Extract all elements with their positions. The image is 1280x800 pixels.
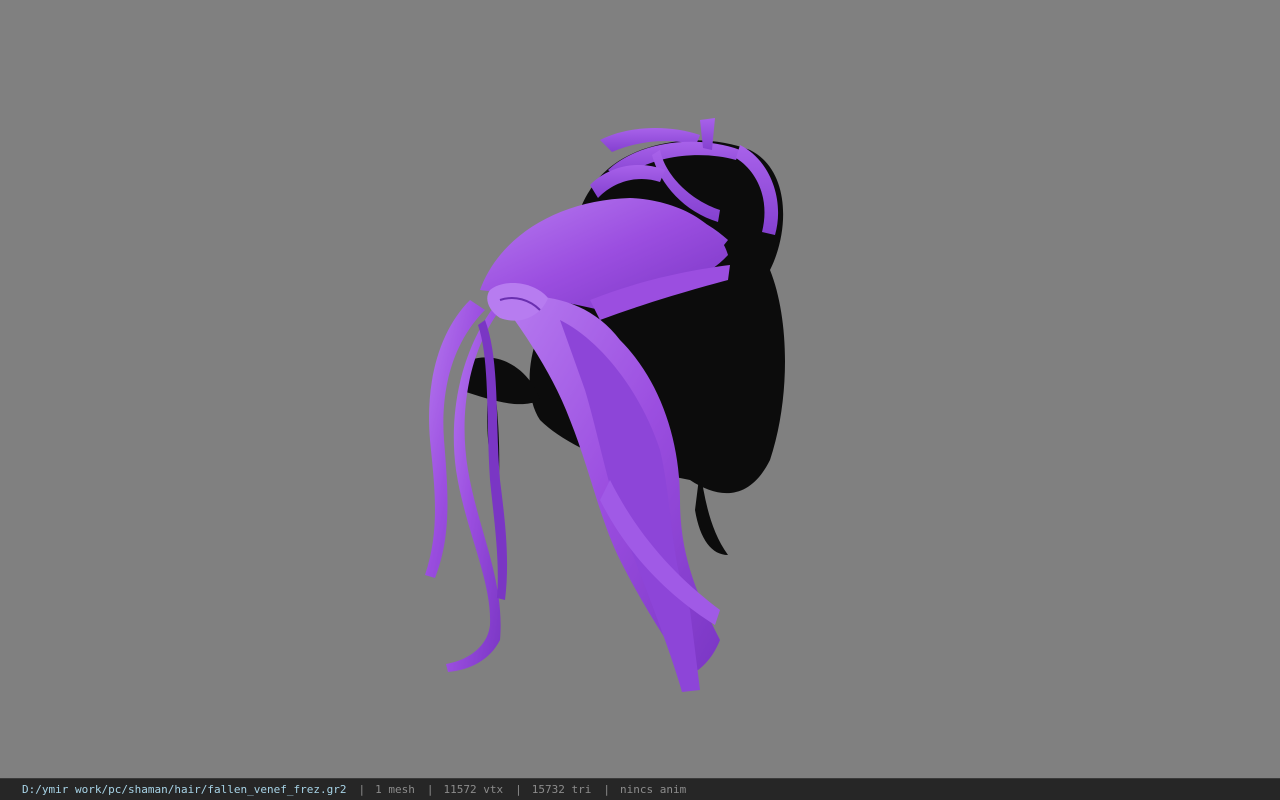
hair-model-render	[425, 118, 785, 692]
hair-left-strands	[425, 300, 508, 672]
triangle-count: 15732 tri	[531, 783, 592, 796]
3d-viewport[interactable]	[0, 0, 1280, 778]
separator: |	[603, 783, 610, 796]
animation-status: nincs anim	[619, 783, 687, 796]
separator: |	[515, 783, 522, 796]
status-bar: D:/ymir work/pc/shaman/hair/fallen_venef…	[0, 778, 1280, 800]
separator: |	[358, 783, 366, 796]
vertex-count: 11572 vtx	[443, 783, 504, 796]
file-path: D:/ymir work/pc/shaman/hair/fallen_venef…	[22, 783, 347, 796]
separator: |	[426, 783, 434, 796]
mesh-count: 1 mesh	[375, 783, 415, 796]
